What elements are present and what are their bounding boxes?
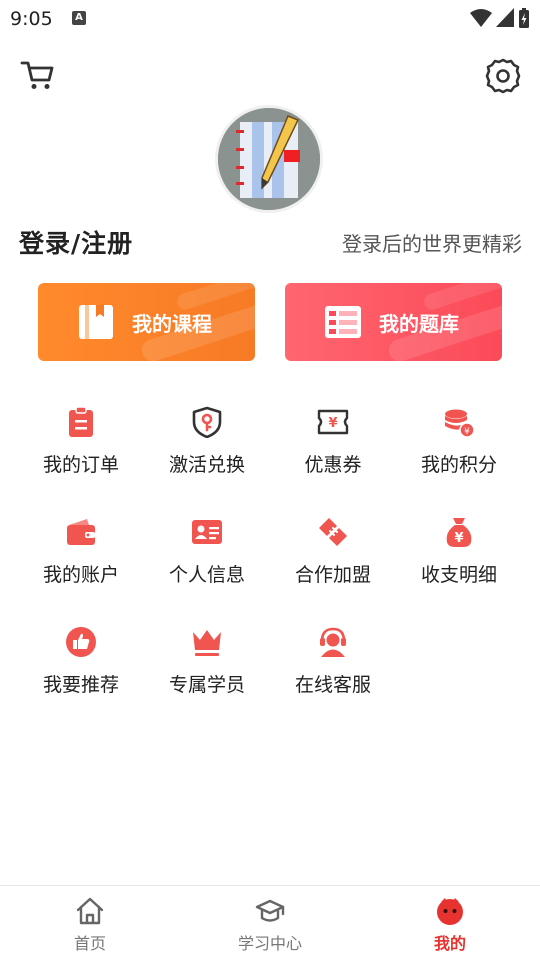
book-icon — [79, 305, 113, 339]
my-question-bank-button[interactable]: 我的题库 — [285, 283, 502, 361]
nav-label: 首页 — [73, 934, 106, 953]
nav-learning-center[interactable]: 学习中心 — [180, 886, 360, 960]
mascot-face-icon — [437, 898, 463, 925]
login-subtitle: 登录后的世界更精彩 — [342, 232, 522, 256]
login-register-link[interactable]: 登录/注册 — [19, 224, 133, 260]
question-bank-icon — [325, 306, 361, 338]
thumbs-up-icon — [66, 627, 96, 657]
menu-partnership[interactable]: 合作加盟 — [270, 516, 396, 608]
menu-online-support[interactable]: 在线客服 — [270, 626, 396, 718]
id-card-icon — [192, 520, 222, 544]
menu-label: 我的订单 — [42, 454, 119, 476]
menu-label: 激活兑换 — [168, 454, 245, 476]
menu-activate-redeem[interactable]: 激活兑换 — [144, 406, 270, 498]
bottom-navigation: 首页 学习中心 我的 — [0, 885, 540, 960]
menu-income-expense[interactable]: ¥ 收支明细 — [396, 516, 522, 608]
cart-button[interactable] — [20, 58, 56, 92]
menu-label: 专属学员 — [168, 674, 245, 696]
menu-label: 个人信息 — [168, 564, 245, 586]
coupon-icon: ¥ — [317, 409, 349, 435]
status-time: 9:05 — [10, 8, 53, 30]
signal-icon — [496, 8, 514, 27]
nav-mine[interactable]: 我的 — [360, 886, 540, 960]
menu-my-points[interactable]: ¥ 我的积分 — [396, 406, 522, 498]
nav-label: 学习中心 — [237, 934, 302, 953]
menu-label: 收支明细 — [420, 564, 497, 586]
svg-text:¥: ¥ — [328, 416, 337, 431]
battery-icon — [519, 8, 529, 28]
avatar[interactable] — [215, 105, 323, 213]
menu-label: 我的账户 — [42, 564, 119, 586]
nav-home[interactable]: 首页 — [0, 886, 180, 960]
menu-label: 我要推荐 — [42, 674, 119, 696]
status-bar: 9:05 A — [0, 0, 540, 38]
menu-label: 我的积分 — [420, 454, 497, 476]
coins-icon: ¥ — [445, 409, 475, 438]
settings-button[interactable] — [484, 57, 522, 95]
menu-personal-info[interactable]: 个人信息 — [144, 516, 270, 608]
menu-exclusive-student[interactable]: 专属学员 — [144, 626, 270, 718]
menu-my-account[interactable]: 我的账户 — [18, 516, 144, 608]
menu-coupons[interactable]: ¥ 优惠券 — [270, 406, 396, 498]
menu-recommend[interactable]: 我要推荐 — [18, 626, 144, 718]
my-question-bank-label: 我的题库 — [379, 311, 459, 336]
svg-text:¥: ¥ — [454, 531, 463, 546]
my-courses-button[interactable]: 我的课程 — [38, 283, 255, 361]
menu-label: 优惠券 — [304, 454, 362, 476]
customer-service-icon — [320, 627, 346, 657]
shield-key-icon — [192, 406, 222, 438]
notebook-pencil-avatar — [218, 108, 320, 210]
gear-icon — [485, 58, 521, 94]
graduation-cap-icon — [255, 899, 285, 922]
money-bag-icon: ¥ — [446, 518, 472, 547]
wallet-icon — [67, 519, 95, 545]
notification-icon: A — [72, 11, 86, 25]
home-icon — [76, 897, 104, 925]
order-clipboard-icon — [69, 406, 93, 437]
cart-icon — [20, 61, 54, 89]
status-icons — [470, 7, 530, 29]
menu-label: 在线客服 — [294, 674, 371, 696]
handshake-icon — [319, 518, 347, 546]
menu-label: 合作加盟 — [294, 564, 371, 586]
crown-icon — [193, 630, 221, 656]
nav-label: 我的 — [433, 934, 466, 953]
svg-text:¥: ¥ — [464, 427, 470, 437]
menu-my-orders[interactable]: 我的订单 — [18, 406, 144, 498]
my-courses-label: 我的课程 — [132, 311, 212, 336]
wifi-icon — [470, 9, 492, 27]
